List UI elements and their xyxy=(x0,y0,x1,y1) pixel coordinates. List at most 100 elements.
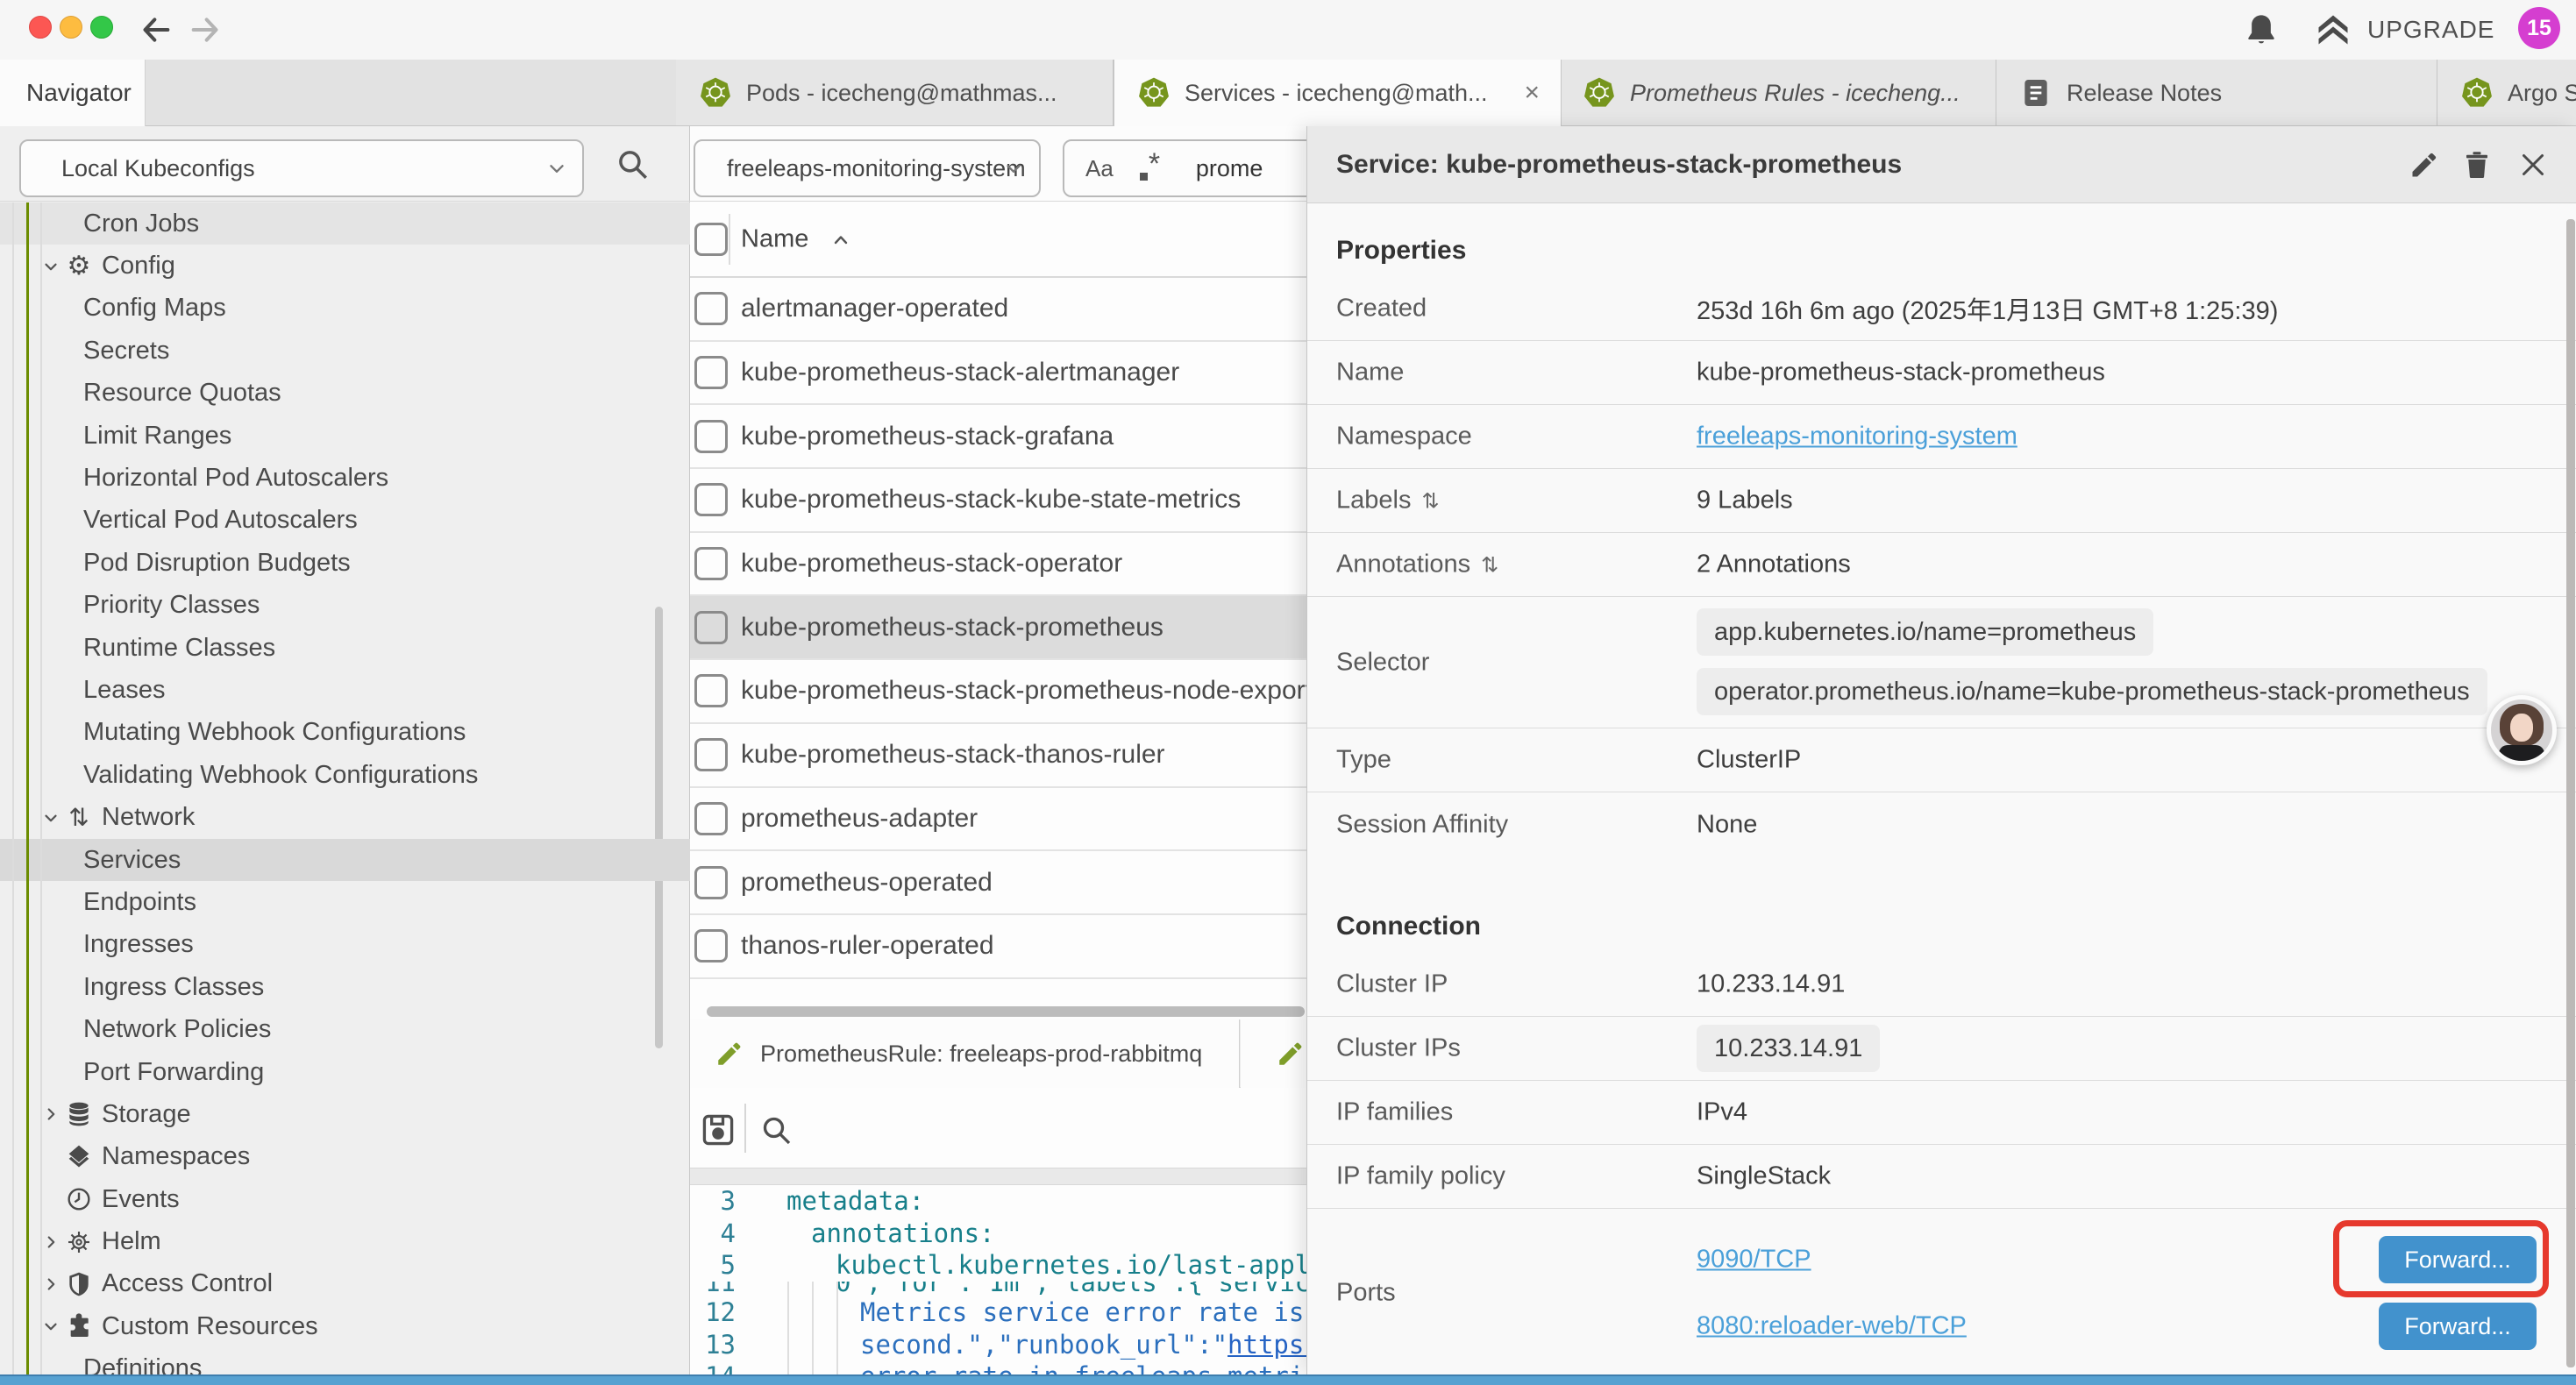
search-icon[interactable] xyxy=(614,146,651,182)
upgrade-label[interactable]: UPGRADE xyxy=(2367,0,2494,60)
sidebar-item-config[interactable]: ⚙Config xyxy=(0,245,690,287)
save-icon[interactable] xyxy=(699,1111,737,1149)
table-row[interactable]: kube-prometheus-stack-grafana xyxy=(690,405,1306,469)
editor-tab-prometheusrule[interactable]: PrometheusRule: freeleaps-prod-rabbitmq xyxy=(690,1019,1240,1088)
regex-toggle-icon[interactable]: * xyxy=(1140,153,1170,184)
sidebar-item-cron-jobs[interactable]: Cron Jobs xyxy=(0,202,690,245)
select-all-checkbox[interactable] xyxy=(694,223,728,256)
row-checkbox[interactable] xyxy=(694,929,728,962)
value-chip[interactable]: 10.233.14.91 xyxy=(1697,1025,1880,1072)
editor-divider-band[interactable] xyxy=(690,1168,1306,1185)
sidebar-item-network-policies[interactable]: Network Policies xyxy=(0,1008,690,1050)
back-icon[interactable] xyxy=(139,12,174,47)
tab-navigator[interactable]: Navigator xyxy=(0,60,146,126)
tab-pods-icecheng-mathmas[interactable]: Pods - icecheng@mathmas... xyxy=(676,60,1114,126)
forward-icon[interactable] xyxy=(188,12,223,47)
sort-toggle-icon[interactable]: ⇅ xyxy=(1481,554,1498,578)
sidebar-item-secrets[interactable]: Secrets xyxy=(0,330,690,372)
sidebar-item-mutating-webhook-configurations[interactable]: Mutating Webhook Configurations xyxy=(0,712,690,754)
namespace-link[interactable]: freeleaps-monitoring-system xyxy=(1697,423,2017,451)
value-chip[interactable]: operator.prometheus.io/name=kube-prometh… xyxy=(1697,668,2487,715)
code-line-4[interactable]: 4annotations: xyxy=(690,1218,1306,1250)
sidebar-item-validating-webhook-configurations[interactable]: Validating Webhook Configurations xyxy=(0,754,690,796)
row-checkbox[interactable] xyxy=(694,356,728,389)
sidebar-item-ingress-classes[interactable]: Ingress Classes xyxy=(0,966,690,1008)
editor-tab-partial[interactable] xyxy=(1241,1019,1306,1088)
zoom-window-button[interactable] xyxy=(90,16,113,39)
sidebar-item-endpoints[interactable]: Endpoints xyxy=(0,881,690,923)
code-line-3[interactable]: 3metadata: xyxy=(690,1185,1306,1218)
upgrade-icon[interactable] xyxy=(2311,11,2355,49)
port-link[interactable]: 9090/TCP xyxy=(1697,1246,1811,1275)
detail-scrollbar[interactable] xyxy=(2566,219,2575,1367)
table-row[interactable]: prometheus-adapter xyxy=(690,788,1306,852)
yaml-editor[interactable]: 3metadata:4annotations:5kubectl.kubernet… xyxy=(690,1185,1306,1374)
table-row[interactable]: kube-prometheus-stack-alertmanager xyxy=(690,342,1306,406)
table-row[interactable]: thanos-ruler-operated xyxy=(690,915,1306,979)
sidebar-item-runtime-classes[interactable]: Runtime Classes xyxy=(0,627,690,669)
sidebar-item-custom-resources[interactable]: Custom Resources xyxy=(0,1305,690,1347)
tab-argo-se[interactable]: Argo Se xyxy=(2437,60,2576,126)
minimize-window-button[interactable] xyxy=(60,16,82,39)
tab-services-icecheng-math[interactable]: Services - icecheng@math...× xyxy=(1114,60,1562,126)
table-horizontal-scrollbar[interactable] xyxy=(707,1006,1305,1017)
user-avatar[interactable] xyxy=(2487,695,2557,765)
row-checkbox[interactable] xyxy=(694,547,728,580)
match-case-toggle[interactable]: Aa xyxy=(1085,155,1114,182)
sidebar-item-storage[interactable]: Storage xyxy=(0,1093,690,1135)
sidebar-item-events[interactable]: Events xyxy=(0,1178,690,1220)
row-checkbox[interactable] xyxy=(694,738,728,771)
sidebar-item-config-maps[interactable]: Config Maps xyxy=(0,288,690,330)
sidebar-item-access-control[interactable]: Access Control xyxy=(0,1263,690,1305)
sort-toggle-icon[interactable]: ⇅ xyxy=(1421,490,1439,514)
row-checkbox[interactable] xyxy=(694,866,728,899)
code-line-14[interactable]: 14error rate in freeleaps metrics ser xyxy=(690,1360,1306,1374)
notification-count-badge[interactable]: 15 xyxy=(2518,7,2560,49)
sidebar-item-vertical-pod-autoscalers[interactable]: Vertical Pod Autoscalers xyxy=(0,500,690,542)
code-line-12[interactable]: 12Metrics service error rate is {{ $va xyxy=(690,1296,1306,1329)
table-row[interactable]: kube-prometheus-stack-prometheus xyxy=(690,596,1306,660)
sidebar-item-leases[interactable]: Leases xyxy=(0,669,690,711)
code-line-5[interactable]: 5kubectl.kubernetes.io/last-applied-conf… xyxy=(690,1249,1306,1282)
notifications-bell-icon[interactable] xyxy=(2243,11,2280,49)
runbook-url-link[interactable]: https://net xyxy=(1228,1330,1306,1360)
sidebar-item-services[interactable]: Services xyxy=(0,839,690,881)
row-checkbox[interactable] xyxy=(694,483,728,516)
kubeconfig-select[interactable]: Local Kubeconfigs xyxy=(19,139,584,197)
forward-button[interactable]: Forward... xyxy=(2379,1303,2537,1350)
sidebar-item-namespaces[interactable]: Namespaces xyxy=(0,1136,690,1178)
code-line-13[interactable]: 13second.","runbook_url":"https://net xyxy=(690,1328,1306,1360)
close-tab-icon[interactable]: × xyxy=(1524,80,1540,106)
namespace-select[interactable]: freeleaps-monitoring-system xyxy=(694,139,1041,197)
sort-ascending-icon[interactable] xyxy=(830,230,851,251)
table-row[interactable]: alertmanager-operated xyxy=(690,278,1306,342)
sidebar-item-pod-disruption-budgets[interactable]: Pod Disruption Budgets xyxy=(0,542,690,584)
tab-prometheus-rules-icecheng[interactable]: Prometheus Rules - icecheng... xyxy=(1560,60,1996,126)
name-column-header[interactable]: Name xyxy=(741,224,808,253)
row-checkbox[interactable] xyxy=(694,292,728,325)
table-row[interactable]: kube-prometheus-stack-prometheus-node-ex… xyxy=(690,660,1306,724)
row-checkbox[interactable] xyxy=(694,420,728,453)
sidebar-item-definitions[interactable]: Definitions xyxy=(0,1348,690,1374)
sidebar-item-ingresses[interactable]: Ingresses xyxy=(0,924,690,966)
table-row[interactable]: kube-prometheus-stack-thanos-ruler xyxy=(690,724,1306,788)
port-link[interactable]: 8080:reloader-web/TCP xyxy=(1697,1312,1967,1341)
close-icon[interactable] xyxy=(2517,149,2549,181)
row-checkbox[interactable] xyxy=(694,611,728,644)
sidebar-item-limit-ranges[interactable]: Limit Ranges xyxy=(0,415,690,457)
search-filter-input[interactable]: Aa * prome xyxy=(1063,139,1306,197)
row-checkbox[interactable] xyxy=(694,802,728,835)
edit-pencil-icon[interactable] xyxy=(2409,149,2440,181)
sidebar-item-horizontal-pod-autoscalers[interactable]: Horizontal Pod Autoscalers xyxy=(0,457,690,499)
tab-release-notes[interactable]: Release Notes xyxy=(1996,60,2437,126)
table-row[interactable]: kube-prometheus-stack-kube-state-metrics xyxy=(690,469,1306,533)
sidebar-item-priority-classes[interactable]: Priority Classes xyxy=(0,585,690,627)
value-chip[interactable]: app.kubernetes.io/name=prometheus xyxy=(1697,608,2153,656)
delete-trash-icon[interactable] xyxy=(2461,149,2493,181)
table-row[interactable]: kube-prometheus-stack-operator xyxy=(690,533,1306,597)
close-window-button[interactable] xyxy=(29,16,52,39)
editor-search-icon[interactable] xyxy=(758,1112,793,1147)
sidebar-item-helm[interactable]: Helm xyxy=(0,1220,690,1262)
code-line-11[interactable]: 110","for":"1m","labels":{"service":" xyxy=(690,1282,1306,1296)
sidebar-item-resource-quotas[interactable]: Resource Quotas xyxy=(0,373,690,415)
